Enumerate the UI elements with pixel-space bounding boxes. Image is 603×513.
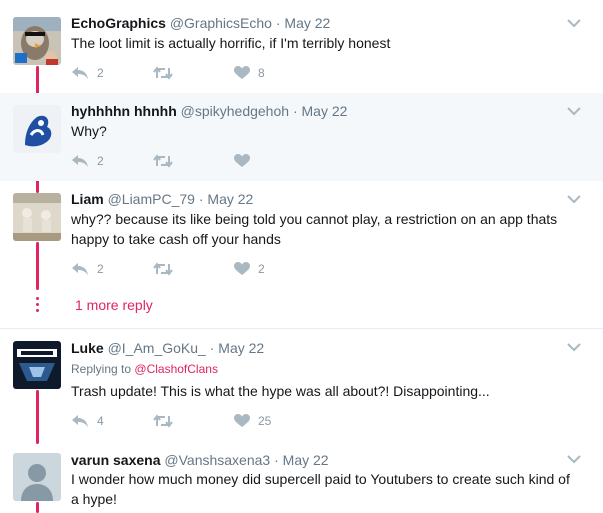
avatar[interactable]: [13, 17, 61, 65]
tweet-header: varun saxena @Vanshsaxena3 · May 22: [71, 452, 329, 468]
reply-icon: [72, 155, 88, 167]
tweet-date[interactable]: May 22: [284, 15, 330, 31]
chevron-down-icon[interactable]: [567, 342, 581, 352]
retweet-icon: [153, 154, 173, 168]
separator-dot: ·: [275, 15, 281, 31]
retweet-icon: [153, 262, 173, 276]
more-replies-link[interactable]: 1 more reply: [75, 297, 153, 313]
reply-count: 2: [97, 66, 104, 80]
tweet-header: Luke @I_Am_GoKu_ · May 22: [71, 340, 264, 356]
like-button[interactable]: 2: [234, 261, 265, 277]
retweet-button[interactable]: [153, 65, 173, 81]
retweet-icon: [153, 66, 173, 80]
display-name[interactable]: hyhhhhn hhnhh: [71, 103, 177, 119]
retweet-icon: [153, 414, 173, 428]
tweet-text: Why?: [71, 123, 107, 139]
tweet-date[interactable]: May 22: [207, 191, 253, 207]
like-count: 25: [258, 414, 272, 428]
tweet-date[interactable]: May 22: [283, 452, 329, 468]
tweet[interactable]: Luke @I_Am_GoKu_ · May 22 Replying to @C…: [0, 329, 603, 434]
heart-icon: [234, 66, 250, 79]
tweet[interactable]: hyhhhhn hhnhh @spikyhedgehoh · May 22 Wh…: [0, 93, 603, 181]
user-handle[interactable]: @GraphicsEcho: [170, 15, 272, 31]
chevron-down-icon[interactable]: [567, 18, 581, 28]
tweet-header: Liam @LiamPC_79 · May 22: [71, 191, 253, 207]
tweet-date[interactable]: May 22: [218, 340, 264, 356]
display-name[interactable]: EchoGraphics: [71, 15, 166, 31]
chevron-down-icon[interactable]: [567, 194, 581, 204]
reply-count: 2: [97, 154, 104, 168]
like-count: 2: [258, 262, 265, 276]
like-button[interactable]: [234, 153, 250, 169]
reply-icon: [72, 67, 88, 79]
chevron-down-icon[interactable]: [567, 106, 581, 116]
like-button[interactable]: 8: [234, 65, 265, 81]
chevron-down-icon[interactable]: [567, 454, 581, 464]
tweet-header: EchoGraphics @GraphicsEcho · May 22: [71, 15, 330, 31]
user-handle[interactable]: @LiamPC_79: [108, 191, 195, 207]
reply-icon: [72, 415, 88, 427]
separator-dot: ·: [274, 452, 279, 468]
avatar[interactable]: [13, 453, 61, 501]
avatar[interactable]: [13, 193, 61, 241]
like-button[interactable]: 25: [234, 413, 271, 429]
avatar[interactable]: [13, 341, 61, 389]
tweet-text: I wonder how much money did supercell pa…: [71, 471, 570, 507]
user-handle[interactable]: @I_Am_GoKu_: [108, 340, 206, 356]
replying-to-user[interactable]: @ClashofClans: [134, 362, 218, 376]
retweet-button[interactable]: [153, 413, 173, 429]
reply-button[interactable]: 4: [71, 413, 104, 429]
thread-dots: [36, 297, 39, 315]
retweet-button[interactable]: [153, 153, 173, 169]
replying-to: Replying to @ClashofClans: [71, 362, 218, 376]
tweet[interactable]: EchoGraphics @GraphicsEcho · May 22 The …: [0, 0, 603, 93]
separator-dot: ·: [198, 191, 204, 207]
replying-to-label: Replying to: [71, 362, 132, 376]
heart-icon: [234, 414, 250, 427]
user-handle[interactable]: @Vanshsaxena3: [164, 452, 270, 468]
tweet-text: why?? because its like being told you ca…: [71, 211, 558, 247]
tweet-text: Trash update! This is what the hype was …: [71, 383, 490, 399]
separator-dot: ·: [209, 340, 215, 356]
avatar[interactable]: [13, 105, 61, 153]
like-count: 8: [258, 66, 265, 80]
display-name[interactable]: Luke: [71, 340, 104, 356]
tweet-date[interactable]: May 22: [302, 103, 348, 119]
tweet[interactable]: Liam @LiamPC_79 · May 22 why?? because i…: [0, 181, 603, 281]
reply-count: 2: [97, 262, 104, 276]
retweet-button[interactable]: [153, 261, 173, 277]
user-handle[interactable]: @spikyhedgehoh: [181, 103, 289, 119]
reply-count: 4: [97, 414, 104, 428]
separator-dot: ·: [292, 103, 298, 119]
reply-button[interactable]: 2: [71, 65, 104, 81]
reply-icon: [72, 263, 88, 275]
display-name[interactable]: varun saxena: [71, 452, 161, 468]
heart-icon: [234, 262, 250, 275]
reply-button[interactable]: 2: [71, 153, 104, 169]
tweet-text: The loot limit is actually horrific, if …: [71, 35, 391, 51]
tweet-header: hyhhhhn hhnhh @spikyhedgehoh · May 22: [71, 103, 347, 119]
display-name[interactable]: Liam: [71, 191, 104, 207]
reply-button[interactable]: 2: [71, 261, 104, 277]
heart-icon: [234, 154, 250, 167]
tweet[interactable]: varun saxena @Vanshsaxena3 · May 22 I wo…: [0, 441, 603, 513]
